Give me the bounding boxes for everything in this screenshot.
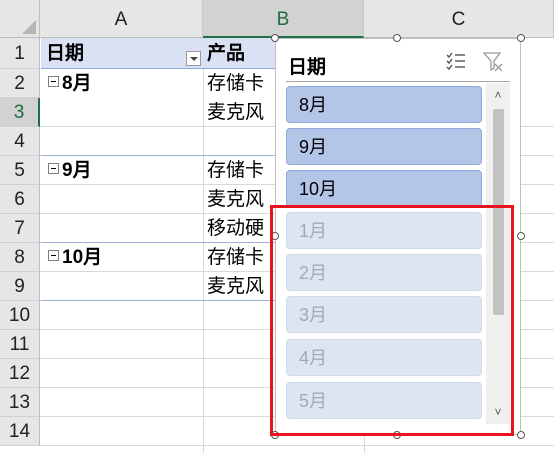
row-header-12[interactable]: 12 — [0, 359, 40, 388]
product-cell[interactable]: 存储卡 — [207, 156, 275, 185]
clear-filter-icon[interactable] — [481, 49, 505, 73]
slicer-item-8[interactable]: 8月 — [286, 86, 482, 123]
group-row-10[interactable]: 10月 — [48, 243, 102, 272]
product-cell[interactable]: 麦克风 — [207, 272, 275, 301]
row-header-6[interactable]: 6 — [0, 185, 40, 214]
scroll-down-arrow-icon[interactable]: ˅ — [486, 402, 510, 422]
gridline-col-a — [203, 38, 204, 453]
column-header-a[interactable]: A — [40, 0, 203, 38]
resize-handle-bottom-left[interactable] — [271, 431, 279, 439]
resize-handle-top[interactable] — [393, 34, 401, 42]
select-all-corner[interactable] — [0, 0, 40, 38]
product-cell[interactable]: 存储卡 — [207, 69, 275, 98]
pivot-header-date: 日期 — [46, 43, 85, 64]
slicer-item-4[interactable]: 4月 — [286, 339, 482, 376]
slicer-item-1[interactable]: 1月 — [286, 212, 482, 249]
date-slicer[interactable]: 日期 8月 9月 10月 1月 2月 3月 4月 5月 ˄ ˅ — [275, 38, 521, 435]
column-header-c[interactable]: C — [364, 0, 554, 38]
select-all-triangle-icon — [22, 20, 36, 34]
resize-handle-left[interactable] — [271, 232, 279, 240]
pivot-header-product: 产品 — [207, 43, 246, 64]
row-header-9[interactable]: 9 — [0, 272, 40, 301]
product-cell[interactable]: 移动硬 — [207, 214, 275, 243]
row-header-14[interactable]: 14 — [0, 417, 40, 446]
collapse-minus-icon[interactable] — [48, 163, 59, 175]
slicer-header-divider — [286, 81, 510, 82]
scroll-up-arrow-icon[interactable]: ˄ — [486, 85, 510, 105]
slicer-item-3[interactable]: 3月 — [286, 296, 482, 333]
slicer-item-9[interactable]: 9月 — [286, 128, 482, 165]
resize-handle-top-left[interactable] — [271, 34, 279, 42]
product-cell[interactable]: 麦克风 — [207, 185, 275, 214]
gridline-row-14 — [40, 445, 554, 446]
group-label-9: 9月 — [62, 160, 92, 181]
date-filter-dropdown-icon[interactable] — [186, 51, 201, 66]
collapse-minus-icon[interactable] — [48, 76, 59, 88]
column-header-b[interactable]: B — [203, 0, 364, 38]
slicer-scrollbar[interactable]: ˄ ˅ — [486, 83, 510, 424]
row-header-13[interactable]: 13 — [0, 388, 40, 417]
multi-select-icon[interactable] — [444, 49, 468, 73]
row-header-1[interactable]: 1 — [0, 38, 40, 69]
row-header-2[interactable]: 2 — [0, 69, 40, 98]
slicer-title: 日期 — [288, 57, 327, 78]
resize-handle-top-right[interactable] — [517, 34, 525, 42]
row-header-5[interactable]: 5 — [0, 156, 40, 185]
resize-handle-bottom[interactable] — [393, 431, 401, 439]
group-label-10: 10月 — [62, 247, 103, 268]
row-header-3[interactable]: 3 — [0, 98, 40, 127]
product-cell[interactable]: 麦克风 — [207, 98, 275, 127]
resize-handle-bottom-right[interactable] — [517, 431, 525, 439]
group-row-8[interactable]: 8月 — [48, 69, 92, 98]
row-header-4[interactable]: 4 — [0, 127, 40, 156]
group-row-9[interactable]: 9月 — [48, 156, 92, 185]
row-header-8[interactable]: 8 — [0, 243, 40, 272]
scroll-thumb[interactable] — [493, 109, 504, 315]
slicer-item-10[interactable]: 10月 — [286, 170, 482, 207]
group-label-8: 8月 — [62, 73, 92, 94]
row-header-10[interactable]: 10 — [0, 301, 40, 330]
product-cell[interactable]: 存储卡 — [207, 243, 275, 272]
slicer-item-5[interactable]: 5月 — [286, 382, 482, 419]
row-header-11[interactable]: 11 — [0, 330, 40, 359]
resize-handle-right[interactable] — [517, 232, 525, 240]
slicer-item-2[interactable]: 2月 — [286, 254, 482, 291]
row-header-7[interactable]: 7 — [0, 214, 40, 243]
collapse-minus-icon[interactable] — [48, 250, 59, 262]
